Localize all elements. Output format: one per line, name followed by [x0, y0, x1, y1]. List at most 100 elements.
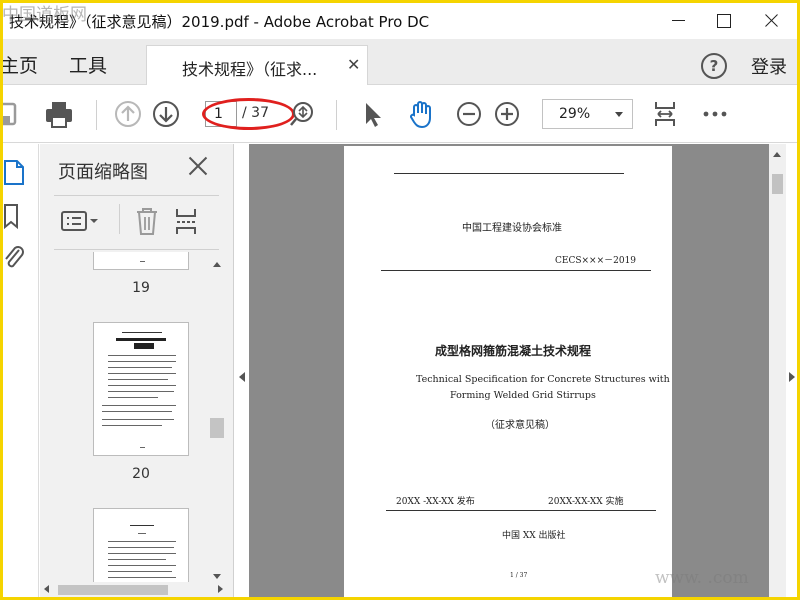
standard-code: CECS×××－2019 — [555, 256, 637, 266]
pdf-page: 中国工程建设协会标准 CECS×××－2019 成型格网箍筋混凝土技术规程 Te… — [344, 146, 672, 597]
page-thumbnails-panel: 页面缩略图 19 20 — [40, 144, 234, 597]
page-text-line — [108, 367, 172, 368]
document-tab-label: 技术规程》（征求... — [182, 60, 318, 79]
thumbnails-list: 19 20 — [40, 252, 234, 582]
page-text-line — [130, 525, 154, 526]
publisher: 中国 XX 出版社 — [502, 531, 566, 541]
login-button[interactable]: 登录 — [751, 53, 787, 79]
scrollbar-thumb[interactable] — [210, 418, 224, 438]
close-panel-icon[interactable] — [186, 154, 210, 178]
scroll-up-icon[interactable] — [773, 152, 781, 157]
page-text-line — [134, 343, 154, 349]
left-navigation-pane — [3, 144, 39, 597]
print-icon[interactable] — [43, 98, 75, 130]
tab-tools[interactable]: 工具 — [69, 51, 107, 78]
page-text-line — [138, 533, 146, 534]
zoom-dropdown[interactable]: 29% — [542, 99, 633, 129]
page-text-line — [108, 559, 166, 560]
next-page-icon[interactable] — [150, 98, 182, 130]
page-text-line — [108, 373, 176, 374]
publish-date: 20XX -XX-XX 发布 — [396, 497, 475, 507]
help-icon[interactable]: ? — [701, 53, 727, 79]
page-text-line — [108, 391, 174, 392]
page-text-line — [108, 565, 176, 566]
maximize-button[interactable] — [701, 3, 747, 39]
draft-label: （征求意见稿） — [485, 420, 555, 431]
bookmark-icon[interactable] — [3, 202, 27, 230]
scroll-up-icon[interactable] — [213, 262, 221, 267]
page-thumbnail[interactable] — [93, 252, 189, 270]
attachment-icon[interactable] — [3, 244, 27, 272]
page-text-line — [140, 261, 145, 262]
page-number: 1 / 37 — [510, 572, 528, 579]
panel-title: 页面缩略图 — [58, 162, 148, 183]
close-window-button[interactable] — [749, 3, 795, 39]
page-text-line — [102, 411, 172, 412]
thumbnails-horizontal-scrollbar[interactable] — [40, 582, 230, 597]
zoom-value: 29% — [559, 106, 591, 122]
page-text-line — [108, 553, 176, 554]
right-pane-strip[interactable] — [786, 144, 797, 597]
panel-divider — [54, 195, 219, 196]
tab-home[interactable]: 主页 — [3, 51, 38, 78]
collapse-left-icon[interactable] — [239, 372, 245, 382]
toolbar-separator — [96, 100, 97, 130]
page-text-line — [108, 397, 158, 398]
panel-divider — [54, 249, 219, 250]
scroll-down-icon[interactable] — [213, 574, 221, 579]
zoom-out-icon[interactable] — [453, 98, 485, 130]
document-view: 中国工程建设协会标准 CECS×××－2019 成型格网箍筋混凝土技术规程 Te… — [249, 144, 769, 597]
minimize-button[interactable] — [655, 3, 701, 39]
previous-page-icon[interactable] — [112, 98, 144, 130]
implement-date: 20XX-XX-XX 实施 — [548, 497, 624, 507]
header-rule — [394, 173, 624, 174]
page-text-line — [108, 361, 176, 362]
select-tool-icon[interactable] — [356, 98, 388, 130]
close-tab-icon[interactable]: ✕ — [347, 55, 360, 74]
page-text-line — [108, 541, 176, 542]
thumbnail-options-button[interactable] — [60, 208, 102, 234]
hand-tool-icon[interactable] — [405, 98, 437, 130]
page-text-line — [102, 405, 176, 406]
footer-rule — [386, 510, 656, 511]
scroll-left-icon[interactable] — [44, 585, 49, 593]
thumbnail-label: 20 — [132, 466, 150, 482]
document-vertical-scrollbar[interactable] — [769, 144, 786, 597]
zoom-search-icon[interactable] — [286, 98, 318, 130]
toolbar-separator — [119, 204, 120, 234]
zoom-in-icon[interactable] — [491, 98, 523, 130]
page-thumbnail[interactable] — [93, 508, 189, 582]
tab-bar: 主页 工具 技术规程》（征求... ✕ ? 登录 — [3, 39, 797, 85]
divider-rule — [381, 270, 651, 271]
thumbnails-vertical-scrollbar[interactable] — [208, 256, 226, 584]
title-bar: 技术规程》（征求意见稿）2019.pdf - Adobe Acrobat Pro… — [3, 3, 797, 39]
scrollbar-thumb[interactable] — [772, 174, 783, 194]
fit-page-icon[interactable] — [649, 98, 681, 130]
thumbnail-label: 19 — [132, 280, 150, 296]
collapse-panel-strip[interactable] — [235, 144, 249, 597]
page-text-line — [108, 355, 176, 356]
chevron-down-icon — [615, 112, 623, 117]
acrobat-window: 技术规程》（征求意见稿）2019.pdf - Adobe Acrobat Pro… — [3, 3, 797, 597]
more-options-icon[interactable] — [699, 98, 731, 130]
document-title-en-line1: Technical Specification for Concrete Str… — [416, 374, 670, 385]
page-thumbnails-icon[interactable] — [3, 158, 27, 186]
expand-right-icon[interactable] — [789, 372, 795, 382]
save-icon[interactable] — [3, 98, 21, 130]
scrollbar-thumb[interactable] — [58, 585, 168, 595]
page-text-line — [140, 447, 145, 448]
insert-page-icon[interactable] — [173, 206, 201, 236]
page-thumbnail[interactable] — [93, 322, 189, 456]
page-text-line — [108, 577, 176, 578]
red-annotation-ellipse — [202, 98, 295, 130]
tab-document[interactable]: 技术规程》（征求... ✕ — [146, 45, 368, 85]
scroll-right-icon[interactable] — [218, 585, 223, 593]
toolbar: 1 / 37 29% — [3, 86, 797, 143]
delete-page-icon[interactable] — [135, 206, 159, 236]
page-text-line — [108, 547, 174, 548]
document-title-en-line2: Forming Welded Grid Stirrups — [450, 390, 596, 401]
page-text-line — [102, 425, 162, 426]
toolbar-separator — [336, 100, 337, 130]
page-text-line — [108, 571, 172, 572]
page-text-line — [116, 338, 166, 341]
